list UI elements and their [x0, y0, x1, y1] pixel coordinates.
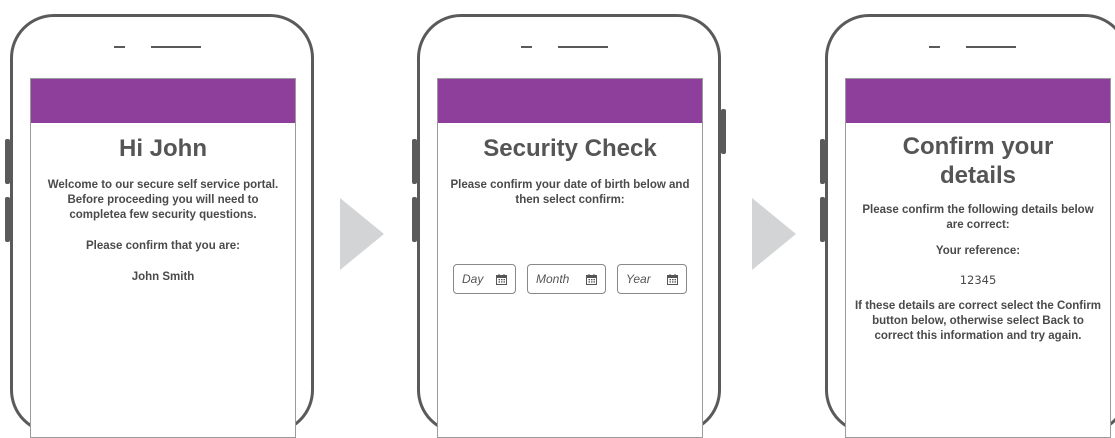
- volume-down-button: [412, 197, 417, 242]
- month-field[interactable]: Month: [527, 264, 606, 294]
- volume-up-button: [412, 139, 417, 184]
- reference-value: 12345: [959, 273, 997, 288]
- page-title-line-1: Confirm your: [902, 133, 1054, 160]
- speaker-grille: [966, 46, 1016, 48]
- speaker-grille: [558, 46, 608, 48]
- calendar-icon[interactable]: [667, 273, 678, 285]
- confirm-instructions: Please confirm the following details bel…: [862, 203, 1094, 231]
- phone-mockup-3: Confirm your details Please confirm the …: [820, 14, 1115, 438]
- screen-greeting: Hi John Welcome to our secure self servi…: [30, 78, 296, 438]
- page-title: Hi John: [119, 135, 207, 162]
- volume-up-button: [820, 139, 825, 184]
- day-placeholder: Day: [462, 272, 484, 286]
- year-placeholder: Year: [626, 272, 651, 286]
- camera-dot: [929, 46, 940, 48]
- page-title: Confirm your details: [852, 133, 1104, 191]
- calendar-icon[interactable]: [496, 273, 507, 285]
- confirm-prompt: Please confirm that you are:: [85, 239, 241, 252]
- next-steps-text: If these details are correct select the …: [854, 300, 1102, 343]
- volume-down-button: [820, 197, 825, 242]
- user-name[interactable]: John Smith: [39, 270, 287, 285]
- volume-down-button: [5, 197, 10, 242]
- calendar-icon[interactable]: [586, 273, 597, 285]
- page-title-line-2: details: [939, 161, 1017, 189]
- screen-header-bar: [438, 79, 702, 123]
- screen-confirm-details: Confirm your details Please confirm the …: [845, 78, 1111, 438]
- volume-up-button: [5, 139, 10, 184]
- dob-fields: Day Month Year: [453, 264, 687, 294]
- arrow-right-icon: [752, 198, 796, 270]
- month-placeholder: Month: [536, 272, 570, 286]
- reference-label: Your reference:: [935, 245, 1021, 258]
- arrow-right-icon: [340, 198, 384, 270]
- page-title: Security Check: [483, 135, 657, 162]
- screen-header-bar: [31, 79, 295, 123]
- dob-instructions: Please confirm your date of birth below …: [450, 178, 690, 206]
- screen-header-bar: [846, 79, 1110, 123]
- year-field[interactable]: Year: [617, 264, 687, 294]
- screen-security-check: Security Check Please confirm your date …: [437, 78, 703, 438]
- welcome-text: Welcome to our secure self service porta…: [47, 178, 279, 221]
- phone-mockup-1: Hi John Welcome to our secure self servi…: [5, 14, 314, 438]
- camera-dot: [521, 46, 532, 48]
- phone-mockup-2: Security Check Please confirm your date …: [412, 14, 726, 438]
- day-field[interactable]: Day: [453, 264, 516, 294]
- power-button: [721, 109, 726, 154]
- speaker-grille: [151, 46, 201, 48]
- camera-dot: [114, 46, 125, 48]
